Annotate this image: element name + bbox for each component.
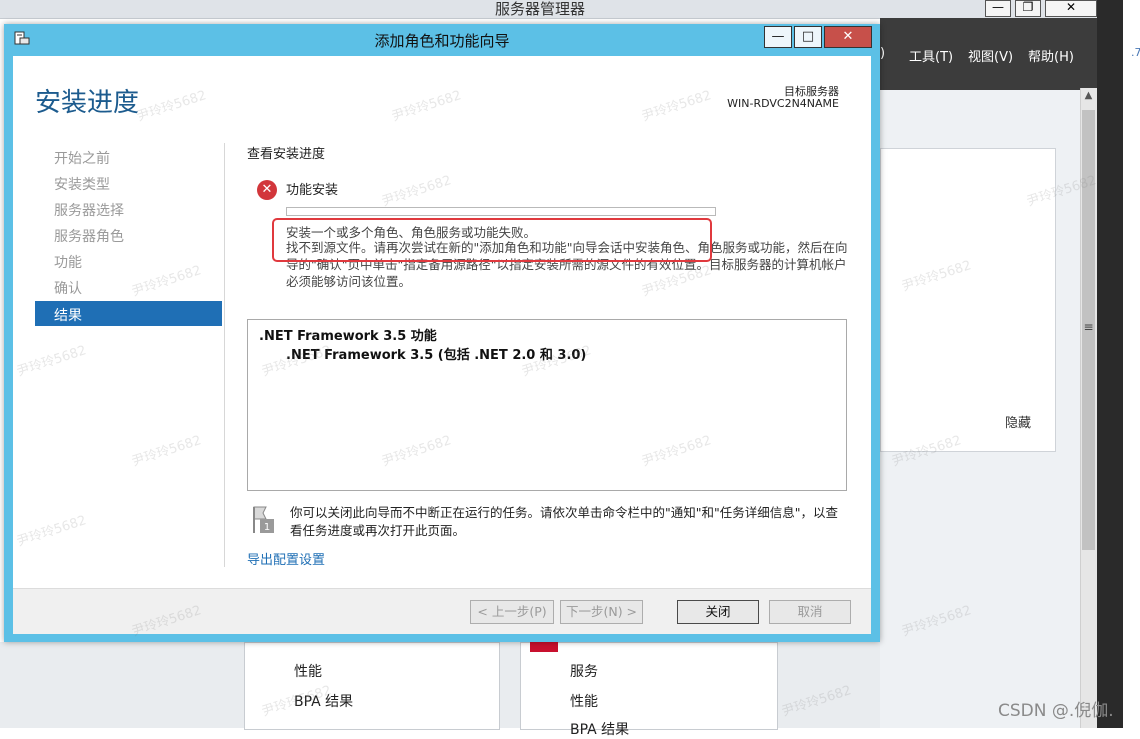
close-icon[interactable]: ✕	[1045, 0, 1097, 17]
card-item-bpa-2[interactable]: BPA 结果	[570, 719, 629, 739]
step-server-selection[interactable]: 服务器选择	[54, 200, 124, 220]
wizard-minimize-icon[interactable]: —	[764, 26, 792, 48]
taskbar-strip	[1097, 0, 1123, 728]
wizard-app-icon	[14, 30, 30, 46]
menu-view[interactable]: 视图(V)	[968, 46, 1013, 65]
notification-flag-icon: 1	[250, 505, 278, 535]
card-item-services[interactable]: 服务	[570, 661, 598, 681]
restore-icon[interactable]: ❐	[1015, 0, 1041, 17]
error-icon: ✕	[257, 180, 277, 200]
step-before-you-begin[interactable]: 开始之前	[54, 148, 110, 168]
step-results[interactable]: 结果	[54, 305, 82, 325]
menu-tools[interactable]: 工具(T)	[909, 46, 953, 65]
next-button[interactable]: 下一步(N) >	[560, 600, 643, 624]
close-wizard-note: 你可以关闭此向导而不中断正在运行的任务。请依次单击命令栏中的"通知"和"任务详细…	[290, 505, 838, 538]
scroll-grip-icon: ≡	[1083, 320, 1094, 334]
export-config-link[interactable]: 导出配置设置	[247, 549, 325, 568]
wizard-maximize-icon[interactable]: □	[794, 26, 822, 48]
hide-link[interactable]: 隐藏	[1005, 412, 1031, 431]
svg-text:1: 1	[264, 522, 270, 533]
role-card-all-servers	[520, 642, 778, 730]
scroll-up-icon[interactable]: ▲	[1080, 90, 1097, 106]
previous-button[interactable]: < 上一步(P)	[470, 600, 554, 624]
error-highlight-box	[272, 218, 712, 262]
step-confirmation[interactable]: 确认	[54, 278, 82, 298]
menu-partial: )	[880, 46, 886, 61]
menu-help[interactable]: 帮助(H)	[1028, 46, 1074, 65]
page-title: 安装进度	[35, 88, 140, 118]
install-progress-bar	[286, 207, 716, 216]
close-button[interactable]: 关闭	[677, 600, 759, 624]
step-installation-type[interactable]: 安装类型	[54, 174, 110, 194]
server-manager-title: 服务器管理器	[494, 0, 585, 18]
card-item-bpa[interactable]: BPA 结果	[294, 691, 353, 711]
card-item-performance-2[interactable]: 性能	[570, 691, 598, 711]
alert-badge	[530, 642, 558, 652]
destination-server-name: WIN-RDVC2N4NAME	[727, 97, 839, 110]
wizard-title: 添加角色和功能向导	[374, 32, 510, 50]
csdn-watermark: CSDN @.倪伽.	[998, 701, 1114, 721]
role-card-local	[244, 642, 500, 730]
step-features[interactable]: 功能	[54, 252, 82, 272]
card-item-performance[interactable]: 性能	[294, 661, 322, 681]
wizard-close-icon[interactable]: ✕	[824, 26, 872, 48]
adjacent-window-edge	[1123, 0, 1140, 728]
section-title: 查看安装进度	[247, 147, 326, 162]
list-item: .NET Framework 3.5 (包括 .NET 2.0 和 3.0)	[286, 348, 587, 363]
adjacent-window-text: .7	[1131, 46, 1140, 59]
list-item: .NET Framework 3.5 功能	[259, 329, 437, 344]
dashboard-panel	[880, 148, 1056, 452]
minimize-icon[interactable]: —	[985, 0, 1011, 17]
step-server-roles[interactable]: 服务器角色	[54, 226, 124, 246]
steps-divider	[224, 143, 225, 567]
cancel-button[interactable]: 取消	[769, 600, 851, 624]
feature-install-label: 功能安装	[286, 183, 339, 198]
